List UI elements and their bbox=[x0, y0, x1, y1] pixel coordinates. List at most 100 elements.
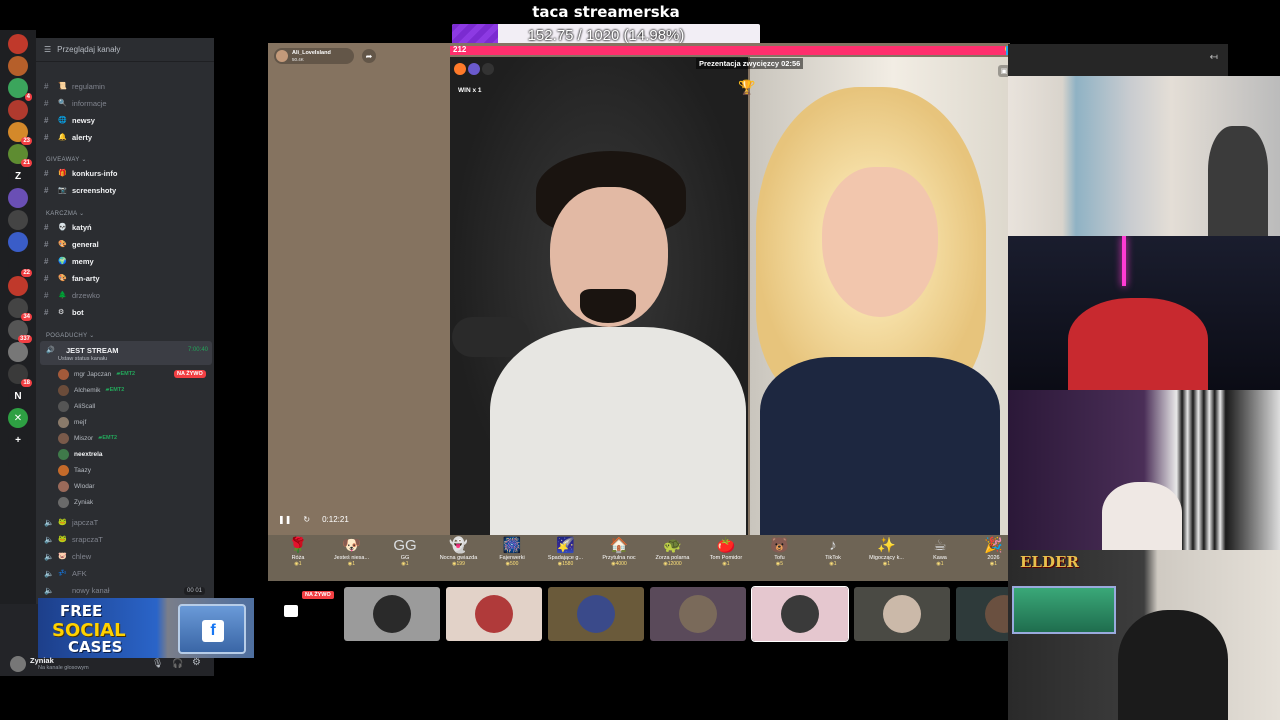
viewer-tile[interactable] bbox=[344, 587, 440, 641]
voice-user[interactable]: Taazy bbox=[58, 463, 91, 477]
gear-icon[interactable]: ⚙ bbox=[192, 657, 201, 668]
gift-item[interactable]: 🐻 Tofu ◉5 bbox=[754, 537, 806, 581]
server-icon[interactable]: Z bbox=[8, 166, 28, 186]
server-icon[interactable] bbox=[8, 34, 28, 54]
stream-layout: 4 23 21 Z 22 34 337 18 N ✕ + ☰ Przeglądaj kanały #… bbox=[0, 0, 1280, 720]
gift-item[interactable]: GG GG ◉1 bbox=[379, 537, 431, 581]
gift-item[interactable]: 🎉 2026 ◉1 bbox=[968, 537, 1011, 581]
mic-icon[interactable]: 🎙 bbox=[152, 658, 163, 669]
browse-channels-button[interactable]: ☰ Przeglądaj kanały bbox=[36, 38, 214, 62]
voice-channel-status[interactable]: Ustaw status kanału bbox=[58, 356, 107, 362]
ad-line-3: CASES bbox=[68, 638, 123, 656]
server-icon[interactable]: ✕ bbox=[8, 408, 28, 428]
channel-alerty[interactable]: # 🔔 alerty bbox=[36, 129, 214, 145]
server-icon[interactable]: 4 bbox=[8, 78, 32, 101]
gift-item[interactable]: ✨ Migoczący k... ◉1 bbox=[861, 537, 913, 581]
voice-user[interactable]: Zyniak bbox=[58, 495, 93, 509]
gift-item[interactable]: ☕ Kawa ◉1 bbox=[914, 537, 966, 581]
avatar bbox=[58, 464, 69, 476]
channel-fan-arty[interactable]: # 🎨 fan-arty bbox=[36, 270, 214, 286]
avatar bbox=[58, 400, 69, 412]
exit-icon[interactable]: ↤ bbox=[1210, 52, 1218, 63]
channel-label: fan-arty bbox=[72, 273, 100, 283]
channel-bot[interactable]: # ⚙ bot bbox=[36, 304, 214, 320]
server-icon[interactable]: 21 bbox=[8, 144, 32, 167]
channel-label: regulamin bbox=[72, 81, 105, 91]
headphones-icon[interactable]: 🎧 bbox=[172, 658, 183, 669]
webcam-2 bbox=[1008, 236, 1280, 390]
channel-emoji-icon: 💀 bbox=[58, 224, 67, 231]
winner-presentation: Prezentacja zwycięzcy 02:56 bbox=[696, 58, 804, 69]
voice-user[interactable]: Wlodar bbox=[58, 479, 95, 493]
server-icon[interactable] bbox=[8, 56, 28, 76]
server-icon[interactable] bbox=[8, 232, 28, 252]
host-card[interactable]: Ali_LoveIsland 50.4K bbox=[274, 48, 354, 64]
viewer-tile[interactable] bbox=[548, 587, 644, 641]
avatar bbox=[58, 416, 69, 428]
channel-konkurs-info[interactable]: # 🎁 konkurs-info bbox=[36, 165, 214, 181]
gift-item[interactable]: 🍅 Tom Pomidor ◉1 bbox=[700, 537, 752, 581]
channel-drzewko[interactable]: # 🌲 drzewko bbox=[36, 287, 214, 303]
gift-item[interactable]: 🌠 Spadające g... ◉1580 bbox=[540, 537, 592, 581]
server-icon[interactable]: + bbox=[8, 430, 28, 450]
gift-item[interactable]: 🐶 Jesteś niesa... ◉1 bbox=[326, 537, 378, 581]
channel-general[interactable]: # 🎨 general bbox=[36, 236, 214, 252]
voice-user[interactable]: mejf bbox=[58, 415, 86, 429]
voice-channel-jest-stream[interactable]: 🔊 JEST STREAM Ustaw status kanału 7:00:4… bbox=[40, 341, 212, 365]
category-giveaway[interactable]: GIVEAWAY ⌄ bbox=[46, 156, 87, 163]
user-avatar[interactable] bbox=[10, 656, 26, 672]
channel-memy[interactable]: # 🌍 memy bbox=[36, 253, 214, 269]
voice-channel-srapczaT[interactable]: 🔈 🐸 srapczaT bbox=[36, 531, 214, 547]
viewer-tile[interactable] bbox=[751, 586, 849, 642]
voice-user[interactable]: Miszor ▰EMT2 bbox=[58, 431, 117, 445]
guest-avatars[interactable] bbox=[454, 63, 494, 75]
channel-katyń[interactable]: # 💀 katyń bbox=[36, 219, 214, 235]
server-icon[interactable]: 34 bbox=[8, 298, 32, 321]
server-icon[interactable]: 22 bbox=[8, 254, 32, 277]
gift-item[interactable]: 👻 Nocna gwiazda ◉199 bbox=[433, 537, 485, 581]
category-pogaduchy[interactable]: POGADUCHY ⌄ bbox=[46, 332, 95, 339]
gift-icon: ✨ bbox=[877, 537, 896, 554]
server-icon[interactable] bbox=[8, 452, 28, 472]
gift-item[interactable]: 🎆 Fajerwerki ◉500 bbox=[486, 537, 538, 581]
viewer-tile[interactable] bbox=[854, 587, 950, 641]
voice-user[interactable]: neextrela bbox=[58, 447, 103, 461]
user-status: Na kanale głosowym bbox=[38, 665, 89, 671]
voice-user[interactable]: Alchemik ▰EMT2 bbox=[58, 383, 124, 397]
viewer-tile[interactable] bbox=[446, 587, 542, 641]
server-icon[interactable]: 23 bbox=[8, 122, 32, 145]
voice-channel-AFK[interactable]: 🔈 💤 AFK bbox=[36, 565, 214, 581]
voice-user[interactable]: AliScall bbox=[58, 399, 95, 413]
gift-item[interactable]: ♪ TikTok ◉1 bbox=[807, 537, 859, 581]
voice-channel-japczaT[interactable]: 🔈 🐸 japczaT bbox=[36, 514, 214, 530]
pause-icon[interactable]: ❚❚ bbox=[278, 515, 291, 524]
server-icon[interactable]: N bbox=[8, 386, 28, 406]
server-icon[interactable] bbox=[8, 276, 28, 296]
server-icon[interactable] bbox=[8, 100, 28, 120]
voice-user[interactable]: mgr Japczan ▰EMT2 bbox=[58, 367, 135, 381]
server-badge: 34 bbox=[21, 313, 32, 321]
server-icon[interactable]: 337 bbox=[8, 320, 32, 343]
channel-screenshoty[interactable]: # 📷 screenshoty bbox=[36, 182, 214, 198]
gift-item[interactable]: 🏠 Przytulna noc ◉4000 bbox=[593, 537, 645, 581]
category-karczma[interactable]: KARCZMA ⌄ bbox=[46, 210, 84, 217]
gift-item[interactable]: 🌹 Róża ◉1 bbox=[272, 537, 324, 581]
gift-item[interactable]: 🐢 Zorza polarna ◉12000 bbox=[647, 537, 699, 581]
refresh-icon[interactable]: ↻ bbox=[303, 515, 310, 524]
avatar bbox=[58, 384, 69, 396]
channel-newsy[interactable]: # 🌐 newsy bbox=[36, 112, 214, 128]
channel-regulamin[interactable]: # 📜 regulamin bbox=[36, 78, 214, 94]
share-icon[interactable]: ➦ bbox=[362, 49, 376, 63]
server-icon[interactable] bbox=[8, 342, 28, 362]
gift-icon: 🍅 bbox=[716, 537, 736, 554]
server-icon[interactable] bbox=[8, 210, 28, 230]
viewer-tile[interactable] bbox=[650, 587, 746, 641]
server-icon[interactable] bbox=[8, 188, 28, 208]
channel-informacje[interactable]: # 🔍 informacje bbox=[36, 95, 214, 111]
server-icon[interactable]: 18 bbox=[8, 364, 32, 387]
gift-cost: ◉1 bbox=[347, 561, 356, 567]
screen-icon[interactable] bbox=[284, 605, 298, 617]
voice-channel-chlew[interactable]: 🔈 🐷 chlew bbox=[36, 548, 214, 564]
channel-emoji-icon: 🔔 bbox=[58, 134, 67, 141]
viewer-avatar bbox=[679, 595, 717, 633]
